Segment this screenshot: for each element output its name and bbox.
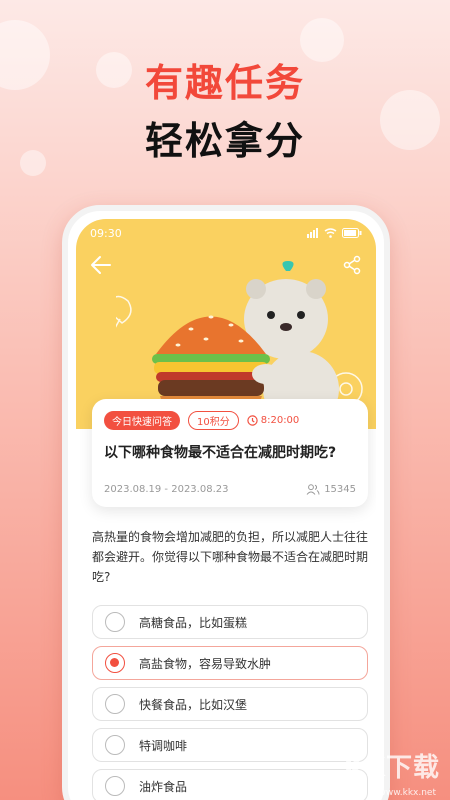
participant-number: 15345 <box>324 484 356 495</box>
watermark-logo: KK下载 <box>343 753 440 783</box>
answer-options: 高糖食品，比如蛋糕 高盐食物，容易导致水肿 快餐食品，比如汉堡 特调咖啡 油炸食… <box>92 605 368 800</box>
radio-button[interactable] <box>105 735 125 755</box>
hero-banner: 09:30 <box>76 219 376 429</box>
app-screen: 09:30 今日快速问答 10积分 8:20:00 以下哪种食物最不适合在减肥时… <box>76 219 376 800</box>
option-item[interactable]: 高糖食品，比如蛋糕 <box>92 605 368 639</box>
option-label: 快餐食品，比如汉堡 <box>139 697 248 712</box>
headline-line-2: 轻松拿分 <box>144 119 305 163</box>
battery-icon <box>342 228 362 238</box>
countdown: 8:20:00 <box>247 415 300 426</box>
question-card: 今日快速问答 10积分 8:20:00 以下哪种食物最不适合在减肥时期吃? 20… <box>92 399 368 507</box>
status-icons <box>307 228 362 238</box>
radio-button[interactable] <box>105 612 125 632</box>
question-description: 高热量的食物会增加减肥的负担，所以减肥人士往往都会避开。你觉得以下哪种食物最不适… <box>92 530 369 584</box>
option-item-selected[interactable]: 高盐食物，容易导致水肿 <box>92 646 368 680</box>
quiz-type-badge: 今日快速问答 <box>104 411 180 430</box>
wifi-icon <box>324 228 337 238</box>
option-label: 高糖食品，比如蛋糕 <box>139 615 248 630</box>
phone-mockup: 09:30 今日快速问答 10积分 8:20:00 以下哪种食物最不适合在减肥时… <box>62 205 390 800</box>
option-label: 特调咖啡 <box>139 738 188 753</box>
watermark-url: www.kkx.net <box>378 788 437 798</box>
option-label: 油炸食品 <box>139 779 188 794</box>
points-badge: 10积分 <box>188 411 239 430</box>
option-label: 高盐食物，容易导致水肿 <box>139 656 272 671</box>
option-item[interactable]: 特调咖啡 <box>92 728 368 762</box>
participant-count: 15345 <box>306 484 356 495</box>
status-time: 09:30 <box>90 226 122 240</box>
signal-icon <box>307 228 318 238</box>
radio-button[interactable] <box>105 694 125 714</box>
option-item[interactable]: 油炸食品 <box>92 769 368 800</box>
clock-icon <box>247 415 258 426</box>
card-footer: 2023.08.19 - 2023.08.23 15345 <box>104 484 356 495</box>
radio-button[interactable] <box>105 776 125 796</box>
countdown-time: 8:20:00 <box>260 415 300 426</box>
question-title: 以下哪种食物最不适合在减肥时期吃? <box>104 445 337 461</box>
option-item[interactable]: 快餐食品，比如汉堡 <box>92 687 368 721</box>
question-tags: 今日快速问答 10积分 8:20:00 <box>104 411 356 430</box>
date-range: 2023.08.19 - 2023.08.23 <box>104 484 229 495</box>
headline-line-1: 有趣任务 <box>144 61 305 105</box>
radio-button-checked[interactable] <box>105 653 125 673</box>
back-arrow-icon[interactable] <box>90 255 112 275</box>
status-bar: 09:30 <box>90 225 362 241</box>
users-icon <box>306 484 320 495</box>
